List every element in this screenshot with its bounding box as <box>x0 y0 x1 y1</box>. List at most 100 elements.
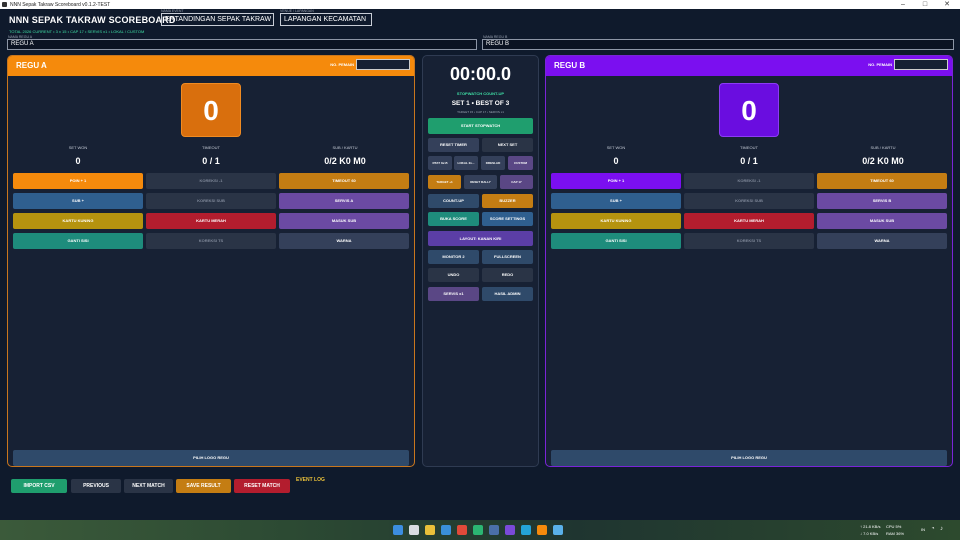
team-b-player-no-input[interactable] <box>894 59 948 70</box>
team-b-correction-ts-button[interactable]: KOREKSI TS <box>684 233 814 249</box>
team-a-sub-in-button[interactable]: MASUK SUB <box>279 213 409 229</box>
team-a-point-button[interactable]: POIN + 1 <box>13 173 143 189</box>
team-a-correction-sub-button[interactable]: KOREKSI SUB <box>146 193 276 209</box>
score-settings-button[interactable]: SCORE SETTINGS <box>482 212 533 226</box>
target-plus-button[interactable]: TARGET +1 <box>428 175 461 189</box>
team-a-timeout: 0 / 1 <box>202 156 220 166</box>
stopwatch-mode-label: STOPWATCH COUNT-UP <box>456 91 505 96</box>
team-b-set-won-label: SET WON <box>606 145 626 150</box>
preset-rtat-button[interactable]: RTAT 3x15 <box>428 156 452 170</box>
team-a-name-input[interactable]: REGU A <box>7 39 477 50</box>
team-b-panel: REGU B NO. PEMAIN 0 SET WON 0 TIMEOUT 0 … <box>545 55 953 467</box>
team-b-sub-label: SUB / KARTU <box>870 145 896 150</box>
team-b-serve-button[interactable]: SERVIS B <box>817 193 947 209</box>
chrome-icon[interactable] <box>457 525 467 535</box>
save-result-button[interactable]: SAVE RESULT <box>176 479 231 493</box>
next-match-button[interactable]: NEXT MATCH <box>124 479 173 493</box>
reset-match-button[interactable]: RESET MATCH <box>234 479 290 493</box>
team-a-correction-ts-button[interactable]: KOREKSI TS <box>146 233 276 249</box>
team-b-header: REGU B NO. PEMAIN <box>546 56 952 76</box>
count-up-button[interactable]: COUNT-UP <box>428 194 479 208</box>
team-b-color-button[interactable]: WARNA <box>817 233 947 249</box>
network-icon[interactable]: ◔ <box>931 526 935 532</box>
stopwatch-display: 00:00.0 <box>449 64 512 84</box>
search-icon[interactable] <box>409 525 419 535</box>
preset-dreslad-button[interactable]: DRESLAD <box>481 156 505 170</box>
set-info: SET 1 • BEST OF 3 <box>451 100 510 107</box>
layout-toggle-button[interactable]: LAYOUT: KANAN KIRI <box>428 231 533 246</box>
scoreboard-app-icon[interactable] <box>537 525 547 535</box>
previous-button[interactable]: PREVIOUS <box>71 479 121 493</box>
app-icon-cyan[interactable] <box>521 525 531 535</box>
monitor-button[interactable]: MONITOR 2 <box>428 250 479 264</box>
team-b-correction-sub-button[interactable]: KOREKSI SUB <box>684 193 814 209</box>
event-input[interactable]: ERTANDINGAN SEPAK TAKRAW <box>161 13 274 26</box>
team-b-logo-button[interactable]: PILIH LOGO REGU <box>551 450 947 466</box>
venue-input[interactable]: LAPANGAN KECAMATAN <box>280 13 372 26</box>
app-title: NNN SEPAK TAKRAW SCOREBOARD <box>9 15 176 25</box>
team-b-red-card-button[interactable]: KARTU MERAH <box>684 213 814 229</box>
maximize-button[interactable]: □ <box>914 0 936 9</box>
reset-rally-button[interactable]: RESET RALLY <box>464 175 497 189</box>
set-target-info: TARGET 15 • CAP 17 • SERVIS x1 <box>457 110 504 114</box>
start-stopwatch-button[interactable]: START STOPWATCH <box>428 118 533 134</box>
team-b-timeout: 0 / 1 <box>740 156 758 166</box>
team-b-correction-button[interactable]: KOREKSI -1 <box>684 173 814 189</box>
team-b-timeout-label: TIMEOUT <box>740 145 758 150</box>
team-a-correction-button[interactable]: KOREKSI -1 <box>146 173 276 189</box>
open-score-button[interactable]: BUKA SCORE <box>428 212 479 226</box>
app-icon-green[interactable] <box>473 525 483 535</box>
minimize-button[interactable]: – <box>892 0 914 9</box>
vscode-icon[interactable] <box>553 525 563 535</box>
team-b-name-input[interactable]: REGU B <box>482 39 954 50</box>
preset-custom-button[interactable]: CUSTOM <box>508 156 533 170</box>
team-b-point-button[interactable]: POIN + 1 <box>551 173 681 189</box>
browser-icon[interactable] <box>441 525 451 535</box>
import-csv-button[interactable]: IMPORT CSV <box>11 479 67 493</box>
team-a-serve-button[interactable]: SERVIS A <box>279 193 409 209</box>
ram-usage: RAM 36% <box>886 531 905 536</box>
fullscreen-button[interactable]: FULLSCREEN <box>482 250 533 264</box>
team-b-sub-button[interactable]: SUB + <box>551 193 681 209</box>
reset-timer-button[interactable]: RESET TIMER <box>428 138 479 152</box>
team-a-panel: REGU A NO. PEMAIN 0 SET WON 0 TIMEOUT 0 … <box>7 55 415 467</box>
volume-icon[interactable]: ♪ <box>940 526 943 532</box>
serve-count-button[interactable]: SERVIS x1 <box>428 287 479 301</box>
app-icon <box>2 2 7 7</box>
team-b-switch-side-button[interactable]: GANTI SISI <box>551 233 681 249</box>
team-a-color-button[interactable]: WARNA <box>279 233 409 249</box>
team-a-sub-button[interactable]: SUB + <box>13 193 143 209</box>
team-a-player-no-label: NO. PEMAIN <box>330 62 354 67</box>
team-b-yellow-card-button[interactable]: KARTU KUNING <box>551 213 681 229</box>
team-a-logo-button[interactable]: PILIH LOGO REGU <box>13 450 409 466</box>
taskbar: ↑ 21.8 KB/s ↓ 7.0 KB/s CPU 5% RAM 36% IN… <box>0 520 960 540</box>
team-a-header: REGU A NO. PEMAIN <box>8 56 414 76</box>
close-button[interactable]: ✕ <box>936 0 958 9</box>
language-indicator[interactable]: IN <box>921 527 925 532</box>
team-a-switch-side-button[interactable]: GANTI SISI <box>13 233 143 249</box>
results-admin-button[interactable]: HASIL ADMIN <box>482 287 533 301</box>
team-a-player-no-input[interactable] <box>356 59 410 70</box>
folder-icon[interactable] <box>425 525 435 535</box>
team-b-timeout-button[interactable]: TIMEOUT 60 <box>817 173 947 189</box>
app-icon-purple[interactable] <box>505 525 515 535</box>
preset-lokal-button[interactable]: LOKAL 2x... <box>454 156 478 170</box>
team-a-timeout-button[interactable]: TIMEOUT 60 <box>279 173 409 189</box>
next-set-button[interactable]: NEXT SET <box>482 138 533 152</box>
team-b-set-won: 0 <box>613 156 619 166</box>
team-a-red-card-button[interactable]: KARTU MERAH <box>146 213 276 229</box>
team-b-player-no-label: NO. PEMAIN <box>868 62 892 67</box>
buzzer-button[interactable]: BUZZER <box>482 194 533 208</box>
team-a-sub: 0/2 K0 M0 <box>324 156 366 166</box>
team-b-sub: 0/2 K0 M0 <box>862 156 904 166</box>
net-down: ↓ 7.0 KB/s <box>860 531 879 536</box>
team-a-yellow-card-button[interactable]: KARTU KUNING <box>13 213 143 229</box>
undo-button[interactable]: UNDO <box>428 268 479 282</box>
team-a-score: 0 <box>181 83 241 137</box>
team-b-sub-in-button[interactable]: MASUK SUB <box>817 213 947 229</box>
app-icon-blue[interactable] <box>489 525 499 535</box>
redo-button[interactable]: REDO <box>482 268 533 282</box>
start-icon[interactable] <box>393 525 403 535</box>
cap-button[interactable]: CAP 17 <box>500 175 533 189</box>
team-a-timeout-label: TIMEOUT <box>202 145 220 150</box>
